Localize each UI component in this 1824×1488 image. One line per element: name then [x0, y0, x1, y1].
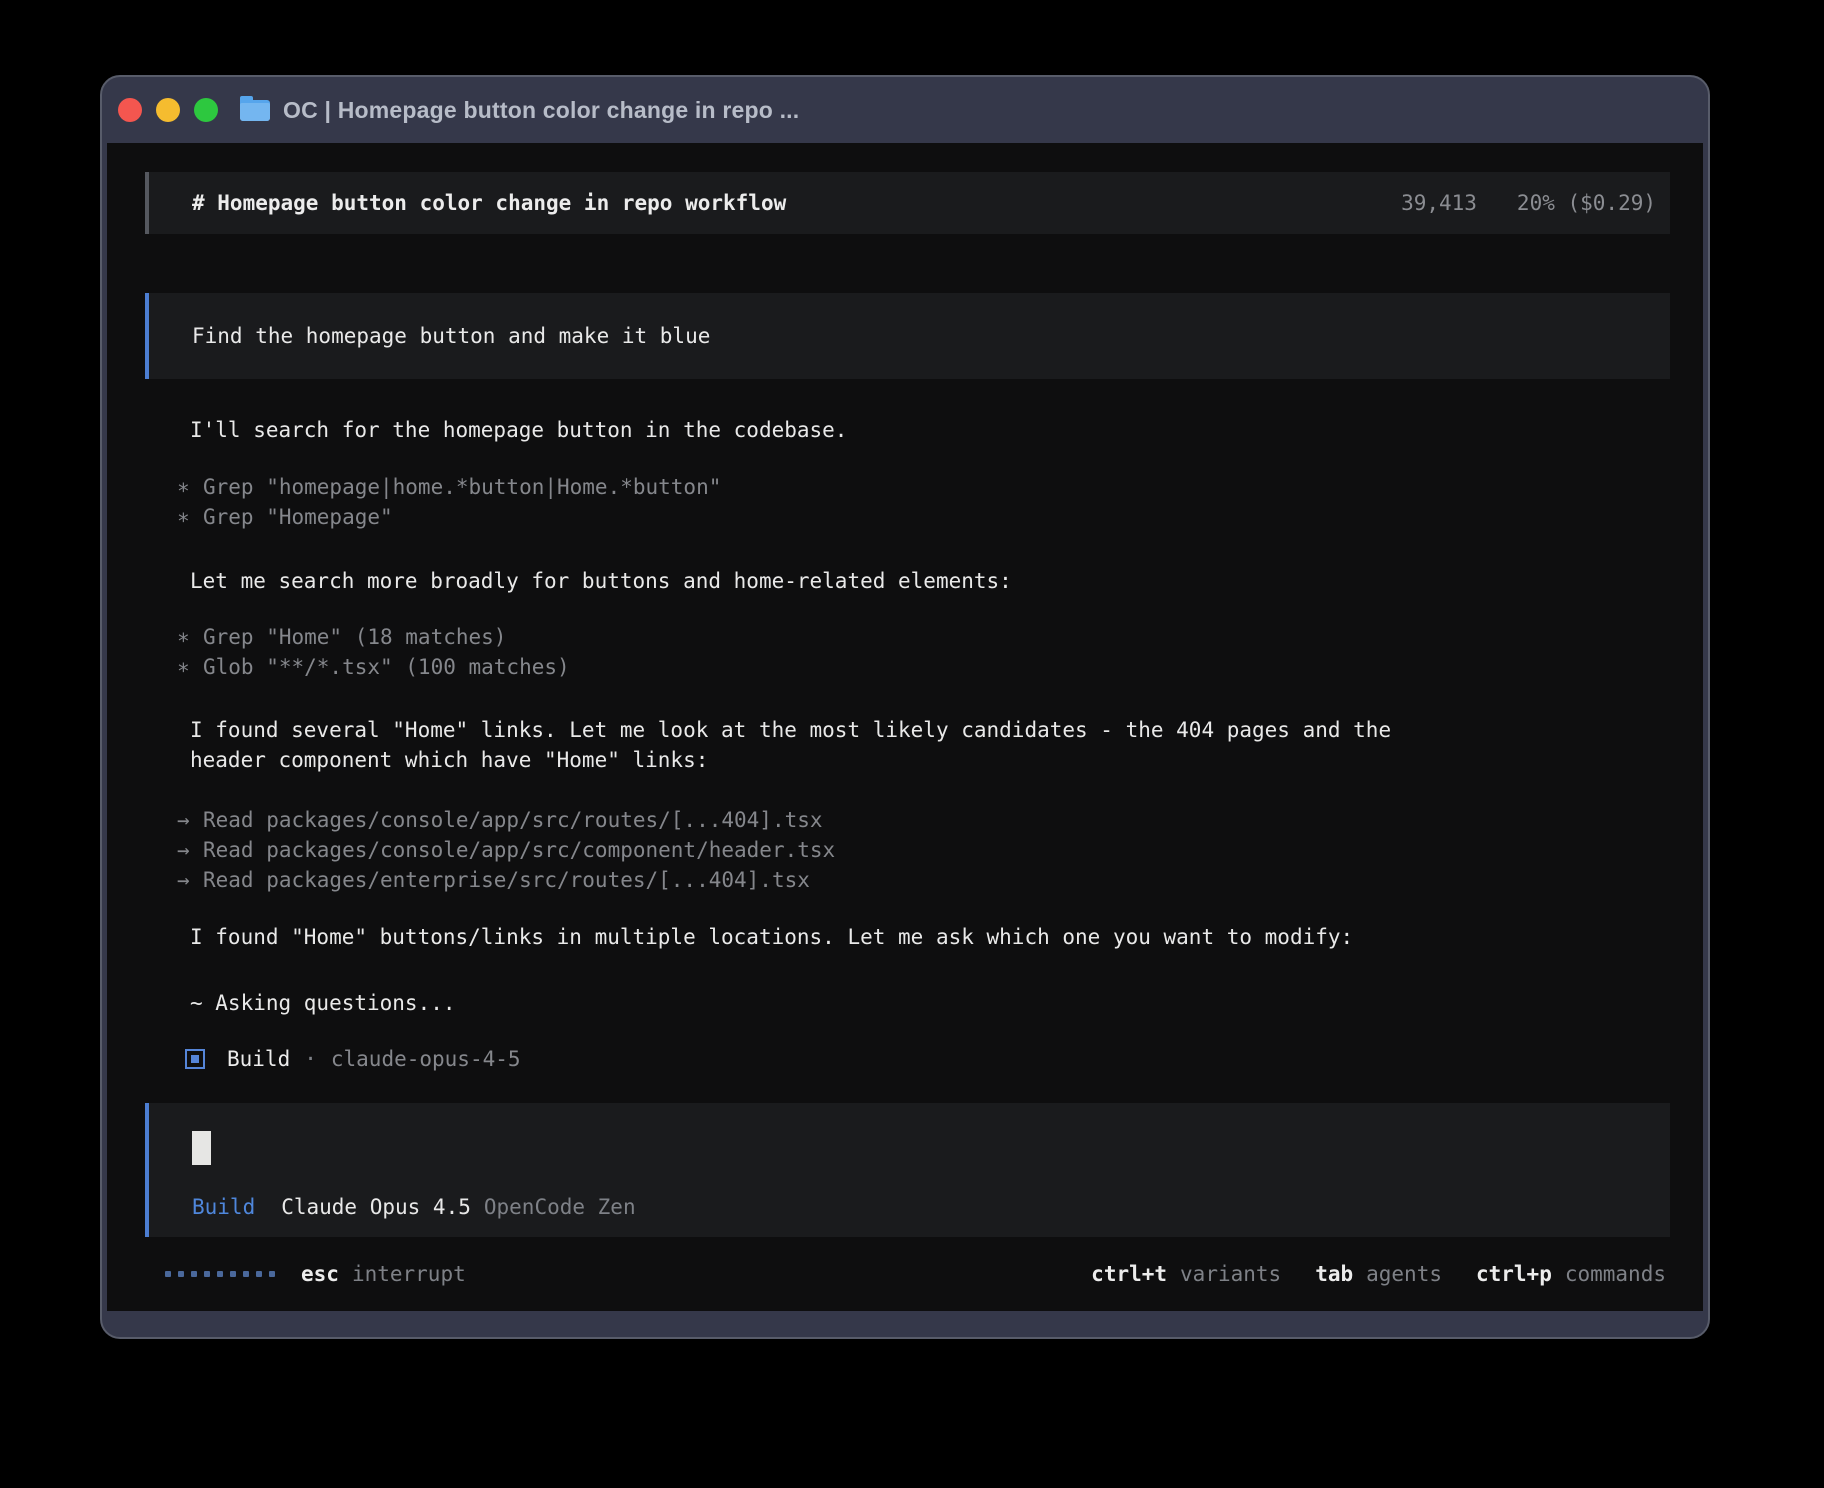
assistant-paragraph: I found "Home" buttons/links in multiple… — [190, 922, 1353, 952]
spinner-dot — [256, 1271, 262, 1277]
status-bar: esc interrupt ctrl+t variants tab agents… — [145, 1259, 1666, 1289]
text-cursor — [192, 1131, 211, 1165]
shortcut-commands: ctrl+p commands — [1476, 1262, 1666, 1286]
shortcut-key-esc: esc — [301, 1262, 339, 1286]
arrow-right-icon: → — [177, 805, 203, 835]
tool-bullet-icon: ∗ — [177, 472, 203, 502]
titlebar[interactable]: OC | Homepage button color change in rep… — [102, 77, 1708, 143]
window-title: OC | Homepage button color change in rep… — [283, 97, 799, 124]
separator-dot: · — [304, 1047, 317, 1071]
traffic-lights — [118, 98, 218, 122]
agent-square-icon — [185, 1049, 205, 1069]
spinner-dot — [269, 1271, 275, 1277]
shortcut-label-interrupt: interrupt — [352, 1262, 466, 1286]
assistant-paragraph: Let me search more broadly for buttons a… — [190, 566, 1012, 596]
agent-status-row: Build · claude-opus-4-5 — [185, 1044, 521, 1074]
tool-call-group: ∗Grep "Home" (18 matches) ∗Glob "**/*.ts… — [177, 622, 570, 682]
context-usage: 20% ($0.29) — [1517, 191, 1656, 215]
input-provider-label: OpenCode Zen — [484, 1195, 636, 1219]
agent-model: claude-opus-4-5 — [331, 1047, 521, 1071]
terminal-content[interactable]: # Homepage button color change in repo w… — [107, 143, 1703, 1311]
status-bar-left: esc interrupt — [145, 1262, 466, 1286]
zoom-button[interactable] — [194, 98, 218, 122]
spinner-dot — [243, 1271, 249, 1277]
spinner-dot — [191, 1271, 197, 1277]
tool-call-read: →Read packages/enterprise/src/routes/[..… — [177, 865, 835, 895]
tool-bullet-icon: ∗ — [177, 622, 203, 652]
spinner-dot — [165, 1271, 171, 1277]
tool-call-glob: ∗Glob "**/*.tsx" (100 matches) — [177, 652, 570, 682]
tool-call-grep: ∗Grep "Home" (18 matches) — [177, 622, 570, 652]
user-message: Find the homepage button and make it blu… — [145, 293, 1670, 379]
session-stats: 39,413 20% ($0.29) — [1401, 191, 1656, 215]
working-status: ~ Asking questions... — [190, 988, 456, 1018]
tool-call-grep: ∗Grep "homepage|home.*button|Home.*butto… — [177, 472, 721, 502]
agent-name: Build — [227, 1047, 290, 1071]
tool-bullet-icon: ∗ — [177, 502, 203, 532]
tool-call-group: →Read packages/console/app/src/routes/[.… — [177, 805, 835, 895]
arrow-right-icon: → — [177, 865, 203, 895]
shortcut-variants: ctrl+t variants — [1091, 1262, 1281, 1286]
folder-icon — [240, 100, 270, 121]
arrow-right-icon: → — [177, 835, 203, 865]
input-agent-label[interactable]: Build — [192, 1195, 255, 1219]
tool-call-read: →Read packages/console/app/src/routes/[.… — [177, 805, 835, 835]
spinner-dot — [217, 1271, 223, 1277]
tool-bullet-icon: ∗ — [177, 652, 203, 682]
tool-call-read: →Read packages/console/app/src/component… — [177, 835, 835, 865]
session-title: # Homepage button color change in repo w… — [192, 191, 786, 215]
tool-call-group: ∗Grep "homepage|home.*button|Home.*butto… — [177, 472, 721, 532]
session-header: # Homepage button color change in repo w… — [145, 172, 1670, 234]
spinner-dot — [178, 1271, 184, 1277]
user-message-text: Find the homepage button and make it blu… — [192, 324, 710, 348]
spinner-dot — [230, 1271, 236, 1277]
assistant-paragraph: I'll search for the homepage button in t… — [190, 415, 847, 445]
input-model-label: Claude Opus 4.5 — [281, 1195, 471, 1219]
tool-call-grep: ∗Grep "Homepage" — [177, 502, 721, 532]
minimize-button[interactable] — [156, 98, 180, 122]
status-bar-right: ctrl+t variants tab agents ctrl+p comman… — [1091, 1262, 1666, 1286]
prompt-input[interactable]: Build Claude Opus 4.5 OpenCode Zen — [145, 1103, 1670, 1237]
token-count: 39,413 — [1401, 191, 1477, 215]
shortcut-agents: tab agents — [1315, 1262, 1442, 1286]
spinner-dots — [165, 1271, 275, 1277]
assistant-paragraph: I found several "Home" links. Let me loo… — [190, 715, 1391, 775]
terminal-window: OC | Homepage button color change in rep… — [100, 75, 1710, 1339]
close-button[interactable] — [118, 98, 142, 122]
spinner-dot — [204, 1271, 210, 1277]
model-status-row: Build Claude Opus 4.5 OpenCode Zen — [192, 1195, 1627, 1219]
